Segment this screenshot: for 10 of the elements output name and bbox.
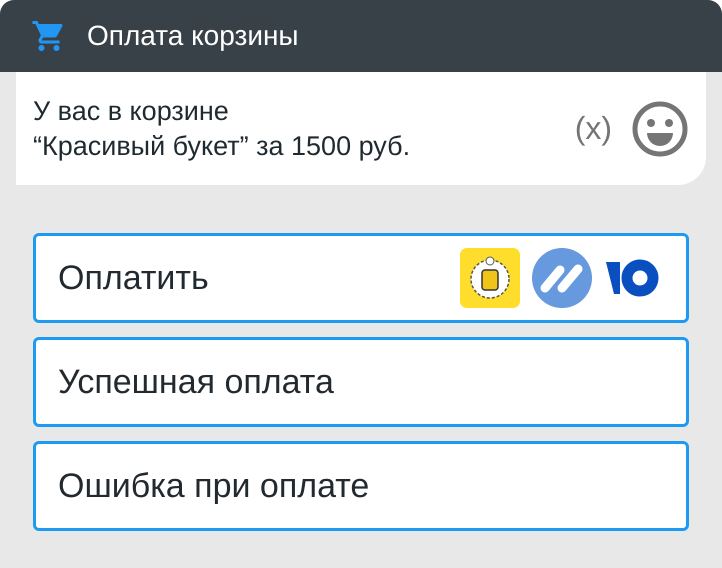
smiley-icon <box>632 100 688 156</box>
window-title: Оплата корзины <box>87 20 299 52</box>
variable-marker: (x) <box>574 110 612 147</box>
message-text: У вас в корзине “Красивый букет” за 1500 руб. <box>33 94 412 163</box>
option-button[interactable]: Успешная оплата <box>33 337 689 427</box>
option-button[interactable]: Оплатить <box>33 233 689 323</box>
option-button[interactable]: Ошибка при оплате <box>33 441 689 531</box>
ring-logo-icon <box>604 258 660 298</box>
emblem-logo-icon <box>460 248 520 308</box>
slashes-logo-icon <box>532 248 592 308</box>
